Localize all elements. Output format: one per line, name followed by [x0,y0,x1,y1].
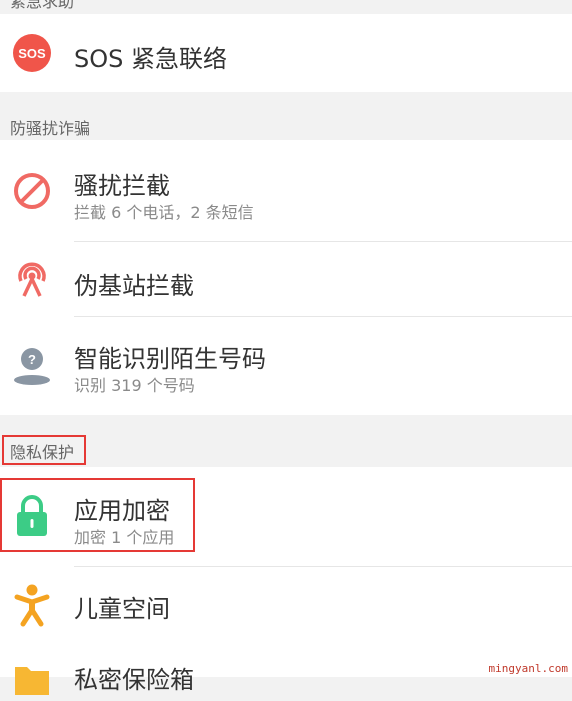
identify-numbers-subtitle: 识别 319 个号码 [74,376,195,395]
kids-icon [10,583,54,627]
person-icon: ? [10,342,54,386]
sos-icon: SOS [10,31,54,75]
identify-numbers-title: 智能识别陌生号码 [74,345,266,373]
section-header-emergency: 紧急求助 [0,0,572,14]
harassment-block-subtitle: 拦截 6 个电话，2 条短信 [74,203,254,222]
folder-icon [10,657,54,701]
section-title-emergency: 紧急求助 [10,0,75,11]
fake-base-station-title: 伪基站拦截 [74,272,194,300]
list-item-harassment-block[interactable]: 骚扰拦截 拦截 6 个电话，2 条短信 [0,140,572,242]
list-item-privacy-safe[interactable]: 私密保险箱 [0,645,572,695]
antenna-icon [10,257,54,301]
section-header-anti-harassment: 防骚扰诈骗 [0,92,572,140]
sos-title: SOS 紧急联络 [74,45,227,73]
list-item-sos[interactable]: SOS SOS 紧急联络 [0,14,572,92]
section-title-anti-harassment: 防骚扰诈骗 [10,119,91,138]
list-item-fake-base-station[interactable]: 伪基站拦截 [0,242,572,317]
harassment-block-title: 骚扰拦截 [74,172,170,200]
privacy-safe-title: 私密保险箱 [74,666,194,694]
list-item-identify-numbers[interactable]: ? 智能识别陌生号码 识别 319 个号码 [0,317,572,415]
watermark: mingyanl.com [488,662,568,675]
list-item-kids-space[interactable]: 儿童空间 [0,567,572,645]
privacy-header-highlight [2,435,86,465]
block-icon [10,169,54,213]
sos-icon-text: SOS [18,46,46,61]
svg-text:?: ? [28,352,36,367]
kids-space-title: 儿童空间 [74,595,170,623]
app-lock-highlight [0,478,195,552]
